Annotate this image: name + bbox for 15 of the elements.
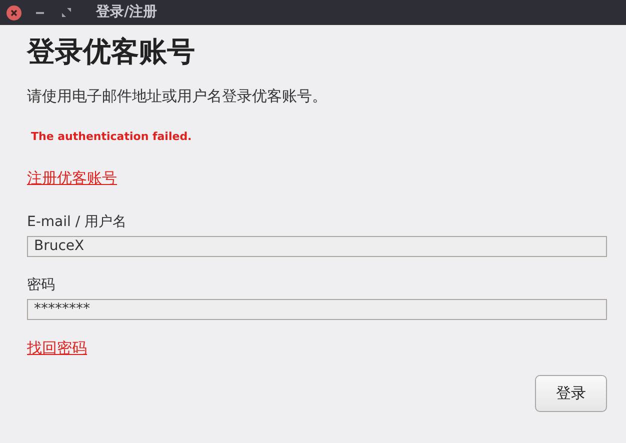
window-title: 登录/注册 (96, 2, 158, 22)
resize-icon (62, 8, 70, 17)
close-icon (6, 4, 22, 20)
error-message: The authentication failed. (31, 129, 193, 146)
username-field[interactable]: BruceX (27, 236, 607, 257)
heading: 登录优客账号 (27, 35, 196, 69)
minimize-icon (36, 12, 44, 14)
field-label: E-mail / 用户名 (27, 212, 128, 232)
subtitle: 请使用电子邮件地址或用户名登录优客账号。 (27, 86, 328, 107)
register-link[interactable]: 注册优客账号 (27, 166, 117, 190)
password-field[interactable]: ******** (27, 298, 607, 320)
close-button[interactable] (6, 4, 22, 20)
login-button[interactable]: 登录 (535, 374, 607, 412)
field-label: 密码 (27, 276, 56, 295)
recover-password-link[interactable]: 找回密码 (27, 336, 87, 360)
